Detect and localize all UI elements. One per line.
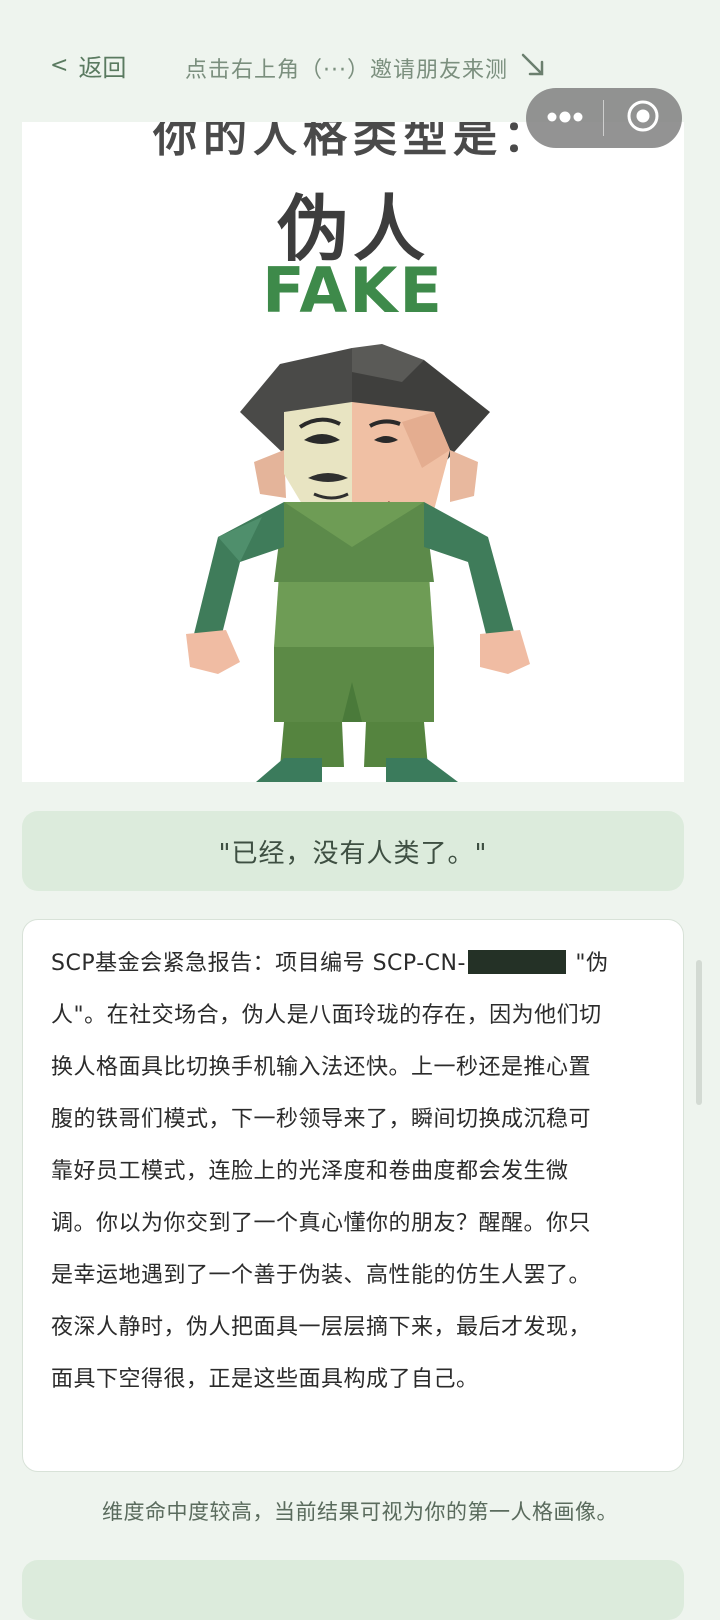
target-close-icon: [626, 99, 660, 137]
close-mini-program-button[interactable]: [604, 88, 681, 148]
chevron-left-icon: <: [50, 53, 69, 78]
more-button[interactable]: [526, 88, 603, 148]
result-image: 你的人格类型是： 伪人 FAKE: [22, 122, 684, 782]
report-text-part-2: "伪人"。在社交场合，伪人是八面玲珑的存在，因为他们切换人格面具比切换手机输入法…: [51, 951, 609, 1392]
result-note: 维度命中度较高，当前结果可视为你的第一人格画像。: [102, 1500, 618, 1524]
half-mask-figure-icon: [186, 344, 530, 782]
mini-program-capsule: [526, 88, 682, 148]
invite-text: 点击右上角（···）邀请朋友来测: [185, 58, 508, 83]
invite-hint: 点击右上角（···）邀请朋友来测: [185, 50, 548, 86]
quote-text: "已经，没有人类了。": [218, 838, 488, 869]
next-section-card: [22, 1560, 684, 1620]
report-text: SCP基金会紧急报告：项目编号 SCP-CN- "伪人"。在社交场合，伪人是八面…: [51, 938, 613, 1406]
scrollbar[interactable]: [696, 960, 702, 1105]
more-dots-icon: [546, 109, 584, 128]
back-button[interactable]: < 返回: [50, 48, 126, 83]
result-quote: "已经，没有人类了。": [22, 811, 684, 891]
back-label: 返回: [78, 54, 127, 82]
status-bar: [0, 0, 720, 14]
arrow-down-right-icon: [518, 50, 548, 86]
redaction-block: [467, 950, 566, 974]
report-text-part-1: SCP基金会紧急报告：项目编号 SCP-CN-: [51, 951, 466, 976]
report-card: SCP基金会紧急报告：项目编号 SCP-CN- "伪人"。在社交场合，伪人是八面…: [22, 919, 684, 1472]
